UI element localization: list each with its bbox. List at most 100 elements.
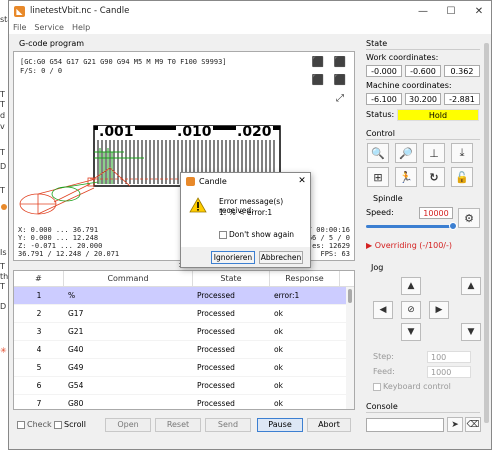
override-arrow-icon: ▶ [366, 241, 375, 250]
zoom-probe-button[interactable]: 🔎 [395, 143, 417, 163]
right-pane-scrollbar[interactable] [484, 37, 490, 437]
dialog-message-2: 1: % < error:1 [219, 208, 273, 217]
status-label: Status: [366, 110, 395, 119]
table-row[interactable]: 4 G40 Processed ok [14, 341, 354, 359]
jog-x-minus-button[interactable]: ◀ [373, 301, 393, 319]
reset-icon: ↻ [429, 170, 439, 184]
minimize-button[interactable]: — [409, 6, 437, 17]
table-row[interactable]: 7 G80 Processed ok [14, 395, 354, 409]
jog-stop-button[interactable]: ⊘ [401, 301, 421, 319]
abort-button[interactable]: Abort [307, 418, 351, 432]
machine-y-value: 30.200 [405, 93, 441, 105]
table-row[interactable]: 3 G21 Processed ok [14, 323, 354, 341]
row-state: Processed [197, 399, 235, 408]
cancel-button[interactable]: Abbrechen [259, 251, 303, 264]
jog-z-plus-button[interactable]: ▲ [461, 277, 481, 295]
feed-select[interactable]: 1000 [427, 366, 471, 378]
zero-xy-button[interactable]: ⊥ [423, 143, 445, 163]
unlock-button[interactable]: 🔓 [451, 167, 473, 187]
unlock-icon: 🔓 [455, 170, 469, 184]
dialog-close-button[interactable]: ✕ [294, 176, 310, 186]
send-button[interactable]: Send [205, 418, 251, 432]
table-row[interactable]: 1 % Processed error:1 [14, 287, 354, 305]
state-divider [366, 49, 480, 50]
jog-z-minus-button[interactable]: ▼ [461, 323, 481, 341]
scroll-checkbox[interactable]: Scroll [54, 420, 86, 429]
spindle-speed-value[interactable]: 10000 [419, 207, 453, 219]
probe-zoom-icon: 🔎 [399, 146, 413, 160]
bg-text-8: T [0, 186, 5, 195]
row-command: G21 [68, 327, 84, 336]
bg-text-7: D [0, 162, 7, 171]
table-header: # Command State Response [14, 271, 354, 287]
table-row[interactable]: 2 G17 Processed ok [14, 305, 354, 323]
bg-text-11: th [0, 272, 8, 281]
override-checkbox[interactable]: ▶ Overriding (-/100/-) [366, 241, 452, 250]
row-command: G49 [68, 363, 84, 372]
step-select[interactable]: 100 [427, 351, 471, 363]
console-input[interactable] [366, 418, 444, 432]
table-scrollbar[interactable] [346, 287, 354, 409]
col-command[interactable]: Command [64, 271, 193, 286]
machine-z-value: -2.881 [444, 93, 480, 105]
arrow-up-icon: ▲ [467, 281, 475, 291]
spindle-toggle-button[interactable]: ⚙ [458, 208, 480, 228]
background-app-strip: sta T T d v T D T Is T th T D ✳ [0, 0, 8, 450]
candle-app-icon: ◣ [14, 5, 25, 17]
bg-text-3: T [0, 100, 5, 109]
console-send-button[interactable]: ➤ [447, 417, 463, 432]
row-state: Processed [197, 363, 235, 372]
run-button[interactable]: 🏃 [395, 167, 417, 187]
jog-x-plus-button[interactable]: ▶ [429, 301, 449, 319]
zoom-home-button[interactable]: 🔍 [367, 143, 389, 163]
dont-show-checkbox[interactable]: Don't show again [219, 230, 294, 239]
row-number: 2 [36, 309, 42, 318]
row-response: ok [274, 345, 283, 354]
home-zoom-icon: 🔍 [371, 146, 385, 160]
reset-controller-button[interactable]: ↻ [423, 167, 445, 187]
menu-file[interactable]: File [13, 23, 26, 32]
table-row[interactable]: 6 G54 Processed ok [14, 377, 354, 395]
work-x-value: -0.000 [366, 65, 402, 77]
row-command: G17 [68, 309, 84, 318]
slider-knob[interactable] [449, 222, 457, 230]
close-button[interactable]: ✕ [465, 6, 491, 17]
maximize-button[interactable]: ☐ [437, 6, 465, 17]
row-command: G80 [68, 399, 84, 408]
reset-button[interactable]: Reset [155, 418, 201, 432]
menu-help[interactable]: Help [72, 23, 90, 32]
col-response[interactable]: Response [270, 271, 340, 286]
arrow-up-icon: ▲ [407, 281, 415, 291]
check-checkbox[interactable]: Check [17, 420, 52, 429]
menu-bar: File Service Help [9, 21, 491, 34]
scrollbar-thumb[interactable] [348, 289, 352, 303]
stop-icon: ⊘ [407, 305, 415, 315]
row-response: error:1 [274, 291, 300, 300]
override-label: Overriding (-/100/-) [374, 241, 452, 250]
open-button[interactable]: Open [105, 418, 151, 432]
jog-y-minus-button[interactable]: ▼ [401, 323, 421, 341]
ruler-label-1: .001 [98, 124, 135, 140]
col-state[interactable]: State [193, 271, 270, 286]
spindle-slider[interactable] [366, 222, 457, 230]
row-response: ok [274, 363, 283, 372]
pause-button[interactable]: Pause [257, 418, 303, 432]
bg-text-10: T [0, 262, 5, 271]
row-state: Processed [197, 309, 235, 318]
jog-y-plus-button[interactable]: ▲ [401, 277, 421, 295]
zero-z-button[interactable]: ⤓ [451, 143, 473, 163]
right-scroll-thumb[interactable] [484, 43, 489, 423]
menu-service[interactable]: Service [34, 23, 64, 32]
table-row[interactable]: 5 G49 Processed ok [14, 359, 354, 377]
title-bar: ◣ linetestVbit.nc - Candle — ☐ ✕ [9, 1, 491, 21]
ignore-button[interactable]: Ignorieren [211, 251, 255, 264]
row-response: ok [274, 399, 283, 408]
keyboard-control-label: Keyboard control [383, 382, 451, 391]
keyboard-control-checkbox[interactable]: Keyboard control [373, 382, 451, 391]
console-clear-button[interactable]: ⌫ [465, 417, 481, 432]
col-number[interactable]: # [14, 271, 64, 286]
restore-origin-button[interactable]: ⊞ [367, 167, 389, 187]
fps-counter: FPS: 63 [320, 250, 350, 258]
spindle-gear-icon: ⚙ [464, 211, 474, 225]
bg-text-2: T [0, 90, 5, 99]
